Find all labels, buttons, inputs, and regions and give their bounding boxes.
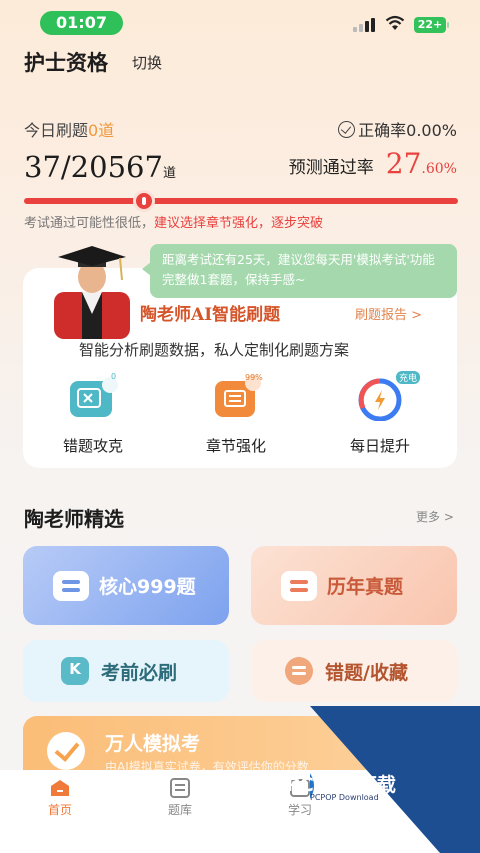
teacher-avatar: [54, 246, 130, 339]
tile-favorites[interactable]: 错题/收藏: [251, 640, 457, 702]
predict-value-big: 27: [385, 147, 422, 180]
daily-badge: 充电: [396, 371, 420, 384]
tile-label: 核心999题: [99, 576, 196, 598]
predict-pass-rate: 预测通过率 27 .60%: [289, 147, 457, 180]
done-count: 37/20567道: [24, 150, 176, 184]
status-time: 01:07: [40, 11, 123, 35]
pass-hint: 考试通过可能性很低，建议选择章节强化，逐步突破: [24, 212, 323, 231]
k-icon: K: [61, 657, 89, 685]
tab-label: 题库: [167, 803, 192, 817]
feature-daily-improve[interactable]: 充电 每日提升: [340, 371, 420, 456]
advice-bubble: 距离考试还有25天，建议您每天用'模拟考试'功能完整做1套题，保持手感~: [142, 244, 457, 298]
page-title: 护士资格: [24, 51, 108, 75]
wifi-icon: [385, 15, 405, 30]
chapter-badge: 99%: [245, 373, 263, 382]
hint-text: 考试通过可能性很低，: [24, 216, 155, 231]
section-title: 陶老师精选: [24, 507, 124, 531]
wrong-badge: 0: [111, 372, 117, 381]
status-bar: 01:07 22+: [0, 0, 480, 44]
tile-core-999[interactable]: 核心999题: [23, 546, 229, 625]
accuracy-label: 正确率0.00%: [358, 121, 457, 140]
feature-label: 错题攻克: [62, 437, 123, 455]
check-circle-icon: [338, 120, 356, 138]
wrong-question-icon: [70, 377, 118, 417]
feature-wrong-questions[interactable]: 0 错题攻克: [53, 372, 133, 456]
more-link[interactable]: 更多 >: [416, 508, 454, 525]
today-practice: 今日刷题0道: [24, 117, 114, 141]
favorites-icon: [285, 657, 313, 685]
tile-label: 错题/收藏: [325, 661, 408, 684]
check-icon: [47, 732, 85, 770]
tile-label: 历年真题: [327, 576, 404, 598]
past-exams-icon: [281, 570, 317, 601]
today-label: 今日刷题: [24, 121, 89, 140]
ai-card-subtitle: 智能分析刷题数据，私人定制化刷题方案: [79, 341, 350, 359]
tab-question-bank[interactable]: 题库: [150, 778, 210, 818]
hint-suggestion: 建议选择章节强化，逐步突破: [154, 216, 324, 231]
core-questions-icon: [53, 570, 89, 601]
tile-past-exams[interactable]: 历年真题: [251, 546, 457, 625]
tile-pre-exam[interactable]: K 考前必刷: [23, 640, 229, 702]
predict-label: 预测通过率: [288, 158, 374, 178]
tab-label: 首页: [47, 803, 72, 817]
accuracy-rate: 正确率0.00%: [338, 117, 457, 141]
tab-label: 学习: [287, 803, 312, 817]
tile-label: 考前必刷: [101, 661, 178, 684]
done-count-unit: 道: [162, 166, 176, 181]
pass-rate-indicator: [132, 190, 155, 212]
pass-rate-bar: [24, 198, 458, 204]
banner-title: 万人模拟考: [105, 733, 201, 755]
feature-label: 章节强化: [205, 437, 266, 455]
ai-card-title: 陶老师AI智能刷题: [140, 305, 281, 325]
battery-icon: 22+: [414, 17, 449, 33]
feature-chapter[interactable]: 99% 章节强化: [196, 373, 276, 456]
home-icon: [51, 780, 69, 796]
feature-label: 每日提升: [349, 437, 410, 455]
watermark-domain: PCPOP Download: [310, 793, 379, 802]
question-bank-icon: [170, 778, 190, 798]
today-count: 0道: [88, 121, 115, 140]
done-count-value: 37/20567: [24, 150, 163, 184]
signal-icon: [353, 18, 377, 32]
practice-report-link[interactable]: 刷题报告 >: [355, 304, 422, 323]
tab-home[interactable]: 首页: [30, 778, 90, 818]
switch-button[interactable]: 切换: [132, 52, 162, 73]
predict-value-small: .60%: [421, 161, 457, 177]
